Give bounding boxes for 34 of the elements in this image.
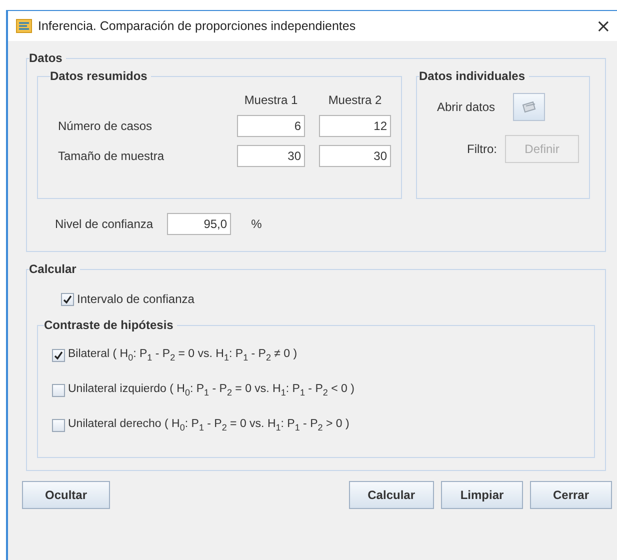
open-label: Abrir datos — [437, 100, 496, 114]
checkbox-label: Unilateral izquierdo ( H$_{0}$: P$_{1}$ - P$_{2}$ = 0 vs. H$_{1}$: P$_{1}$ - P$_{2}$ < 0 ) — [68, 383, 354, 398]
group-title: Calcular — [29, 262, 78, 276]
close-button[interactable]: × — [590, 16, 617, 36]
number-field[interactable]: 30 — [237, 145, 305, 167]
column-header: Muestra 2 — [327, 93, 383, 107]
checkbox[interactable] — [52, 349, 65, 362]
checkbox[interactable] — [52, 419, 65, 432]
filter-label: Filtro: — [467, 142, 497, 156]
group-title: Datos resumidos — [50, 69, 148, 83]
open-button[interactable] — [513, 93, 546, 121]
window-title: Inferencia. Comparación de proporciones independientes — [38, 19, 357, 33]
hide-button[interactable]: Ocultar — [22, 481, 110, 509]
checkbox-label: Intervalo de confianza — [77, 292, 194, 306]
number-field[interactable]: 30 — [319, 145, 391, 167]
group-title: Datos individuales — [419, 69, 526, 83]
action-button[interactable]: Calcular — [348, 481, 434, 509]
row-label: Número de casos — [58, 119, 154, 133]
row-label: Tamaño de muestra — [58, 149, 166, 163]
checkbox-label: Bilateral ( H$_{0}$: P$_{1}$ - P$_{2}$ = 0 vs. H$_{1}$: P$_{1}$ - P$_{2}$ ≠ 0 ) — [68, 348, 298, 363]
number-field[interactable]: 12 — [319, 115, 391, 137]
action-button[interactable]: Limpiar — [441, 481, 523, 509]
action-button[interactable]: Cerrar — [530, 481, 612, 509]
confidence-label: Nivel de confianza — [55, 217, 154, 231]
group-title: Contraste de hipótesis — [44, 318, 174, 332]
checkbox[interactable] — [52, 384, 65, 397]
app-icon — [16, 19, 32, 33]
checkbox-label: Unilateral derecho ( H$_{0}$: P$_{1}$ - P$_{2}$ = 0 vs. H$_{1}$: P$_{1}$ - P$_{2}$ > 0 ) — [68, 418, 350, 433]
group-title: Datos — [29, 51, 64, 65]
column-header: Muestra 1 — [243, 93, 299, 107]
percent-label: % — [251, 217, 262, 231]
number-field[interactable]: 6 — [237, 115, 305, 137]
checkbox[interactable] — [61, 292, 74, 306]
confidence-field[interactable]: 95,0 — [167, 213, 232, 235]
